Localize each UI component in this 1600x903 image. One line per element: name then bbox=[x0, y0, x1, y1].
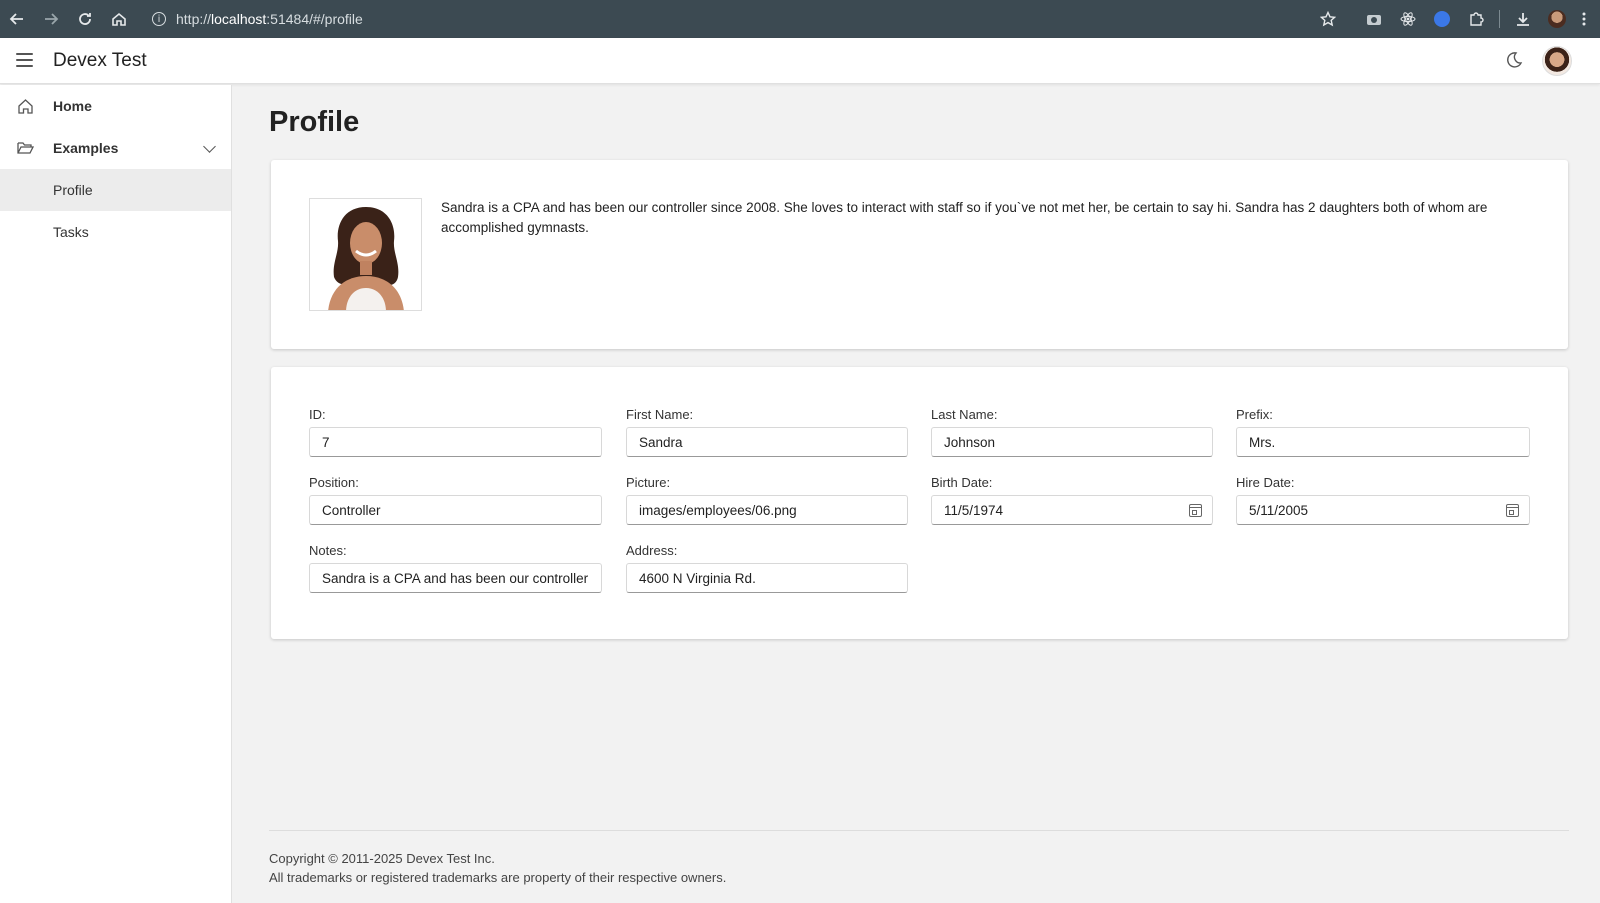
position-field[interactable]: Controller bbox=[309, 495, 602, 525]
profile-photo bbox=[309, 198, 422, 311]
notes-field[interactable]: Sandra is a CPA and has been our control… bbox=[309, 563, 602, 593]
calendar-icon[interactable] bbox=[1189, 504, 1202, 517]
last-name-field[interactable]: Johnson bbox=[931, 427, 1213, 457]
url-prefix: http:// bbox=[176, 11, 212, 27]
site-info-icon[interactable]: i bbox=[152, 12, 166, 26]
sidebar-item-profile[interactable]: Profile bbox=[0, 169, 231, 211]
forward-icon[interactable] bbox=[34, 0, 68, 38]
footer-copyright: Copyright © 2011-2025 Devex Test Inc. bbox=[269, 851, 495, 866]
reload-icon[interactable] bbox=[68, 0, 102, 38]
url-path: :51484/#/profile bbox=[266, 11, 363, 27]
hamburger-menu-icon[interactable] bbox=[16, 53, 33, 67]
sidebar-item-examples[interactable]: Examples bbox=[0, 127, 231, 169]
birth-date-value: 11/5/1974 bbox=[944, 502, 1004, 518]
id-field[interactable]: 7 bbox=[309, 427, 602, 457]
picture-field[interactable]: images/employees/06.png bbox=[626, 495, 908, 525]
profile-summary-card: Sandra is a CPA and has been our control… bbox=[271, 160, 1568, 349]
birth-date-field[interactable]: 11/5/1974 bbox=[931, 495, 1213, 525]
prefix-field[interactable]: Mrs. bbox=[1236, 427, 1530, 457]
toolbar-divider bbox=[1499, 10, 1500, 28]
id-label: ID: bbox=[309, 407, 326, 422]
notes-label: Notes: bbox=[309, 543, 347, 558]
first-name-field[interactable]: Sandra bbox=[626, 427, 908, 457]
hire-date-label: Hire Date: bbox=[1236, 475, 1295, 490]
picture-label: Picture: bbox=[626, 475, 671, 490]
sidebar-item-tasks[interactable]: Tasks bbox=[0, 211, 231, 253]
footer-trademarks: All trademarks or registered trademarks … bbox=[269, 870, 727, 885]
blue-extension-icon[interactable] bbox=[1425, 0, 1459, 38]
browser-toolbar: i http://localhost:51484/#/profile bbox=[0, 0, 1600, 38]
page-title: Profile bbox=[269, 106, 360, 138]
sidebar-item-label: Tasks bbox=[53, 224, 89, 240]
camera-extension-icon[interactable] bbox=[1357, 0, 1391, 38]
url-host: localhost bbox=[211, 11, 267, 27]
profile-bio: Sandra is a CPA and has been our control… bbox=[441, 200, 1488, 235]
profile-form-card: ID: 7 First Name: Sandra Last Name: John… bbox=[271, 367, 1568, 639]
position-label: Position: bbox=[309, 475, 359, 490]
chevron-down-icon[interactable] bbox=[203, 140, 216, 153]
folder-open-icon bbox=[17, 140, 35, 156]
user-avatar[interactable] bbox=[1542, 46, 1572, 76]
sidebar-item-label: Home bbox=[53, 98, 92, 114]
home-icon[interactable] bbox=[102, 0, 136, 38]
birth-date-label: Birth Date: bbox=[931, 475, 993, 490]
prefix-label: Prefix: bbox=[1236, 407, 1273, 422]
theme-toggle-moon-icon[interactable] bbox=[1505, 51, 1525, 71]
hire-date-field[interactable]: 5/11/2005 bbox=[1236, 495, 1530, 525]
first-name-label: First Name: bbox=[626, 407, 694, 422]
address-label: Address: bbox=[626, 543, 678, 558]
calendar-icon[interactable] bbox=[1506, 504, 1519, 517]
home-icon bbox=[17, 98, 34, 114]
more-menu-icon[interactable] bbox=[1574, 0, 1594, 38]
sidebar-item-label: Profile bbox=[53, 182, 93, 198]
download-icon[interactable] bbox=[1506, 0, 1540, 38]
footer-divider bbox=[269, 830, 1569, 831]
app-header: Devex Test bbox=[0, 38, 1600, 84]
sidebar: Home Examples Profile Tasks bbox=[0, 85, 232, 903]
browser-profile-icon[interactable] bbox=[1540, 0, 1574, 38]
hire-date-value: 5/11/2005 bbox=[1249, 502, 1309, 518]
extensions-puzzle-icon[interactable] bbox=[1459, 0, 1493, 38]
sidebar-item-home[interactable]: Home bbox=[0, 85, 231, 127]
sidebar-item-label: Examples bbox=[53, 140, 119, 156]
app-title: Devex Test bbox=[53, 50, 147, 71]
last-name-label: Last Name: bbox=[931, 407, 998, 422]
address-bar[interactable]: i http://localhost:51484/#/profile bbox=[142, 4, 1317, 34]
react-devtools-icon[interactable] bbox=[1391, 0, 1425, 38]
back-icon[interactable] bbox=[0, 0, 34, 38]
bookmark-star-icon[interactable] bbox=[1311, 0, 1345, 38]
address-field[interactable]: 4600 N Virginia Rd. bbox=[626, 563, 908, 593]
